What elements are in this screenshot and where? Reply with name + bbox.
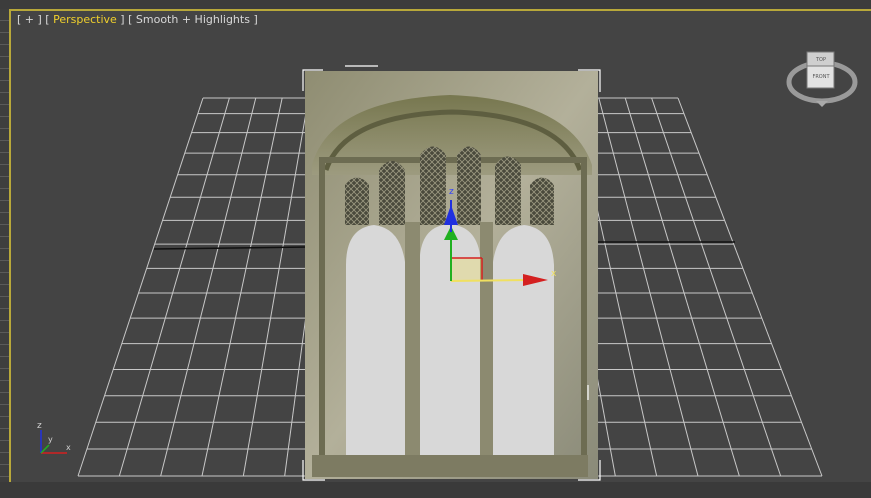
viewport-shading-menu[interactable]: [ Smooth + Highlights ] <box>128 13 258 26</box>
tripod-y-label: y <box>48 435 53 444</box>
grid-line-depth <box>677 97 823 477</box>
bracket-open: [ <box>45 13 54 26</box>
lancet-left <box>346 225 405 460</box>
viewport-scene[interactable]: x z z x y TOP FRONT <box>0 0 871 498</box>
tripod-z-label: z <box>37 421 42 431</box>
grid-axis-x <box>153 246 309 250</box>
tracery-pane <box>420 146 446 225</box>
grid-line-depth <box>598 97 699 477</box>
gizmo-x-label: x <box>551 269 557 279</box>
tripod-y-axis <box>40 444 50 454</box>
bracket-close: ] <box>116 13 125 26</box>
grid-line-depth <box>242 97 310 477</box>
viewport-general-menu[interactable]: [ + ] <box>17 13 42 26</box>
viewcube-compass-marker <box>816 101 828 107</box>
grid-line-depth <box>77 97 204 477</box>
grid-line-depth <box>624 97 740 477</box>
tracery-pane <box>345 177 369 225</box>
tracery-pane <box>457 146 481 225</box>
axis-tripod: z x y <box>37 421 71 454</box>
view-name[interactable]: Perspective <box>53 13 117 26</box>
grid-line-depth <box>118 97 230 477</box>
mullion <box>405 222 420 462</box>
tripod-x-label: x <box>66 443 71 452</box>
window-sill <box>312 455 588 477</box>
tracery-pane <box>530 177 554 225</box>
grid-line-depth <box>651 97 782 477</box>
viewcube[interactable]: TOP FRONT <box>786 51 858 107</box>
viewcube-front-label: FRONT <box>812 74 830 80</box>
gizmo-xy-plane-handle[interactable] <box>451 258 482 281</box>
tracery-pane <box>495 156 521 225</box>
gizmo-z-label: z <box>449 187 454 197</box>
viewcube-top-label: TOP <box>815 57 826 63</box>
tracery-pane <box>379 161 405 225</box>
grid-line-depth <box>160 97 257 477</box>
viewport-label-menu[interactable]: [ + ] [ Perspective ] [ Smooth + Highlig… <box>17 13 258 26</box>
grid-line-depth <box>201 97 283 477</box>
viewport-point-of-view-menu[interactable]: [ Perspective ] <box>45 13 124 26</box>
viewport-bottom-strip <box>0 482 871 498</box>
lancet-right <box>493 225 554 460</box>
gizmo-x-axis[interactable] <box>450 279 531 282</box>
